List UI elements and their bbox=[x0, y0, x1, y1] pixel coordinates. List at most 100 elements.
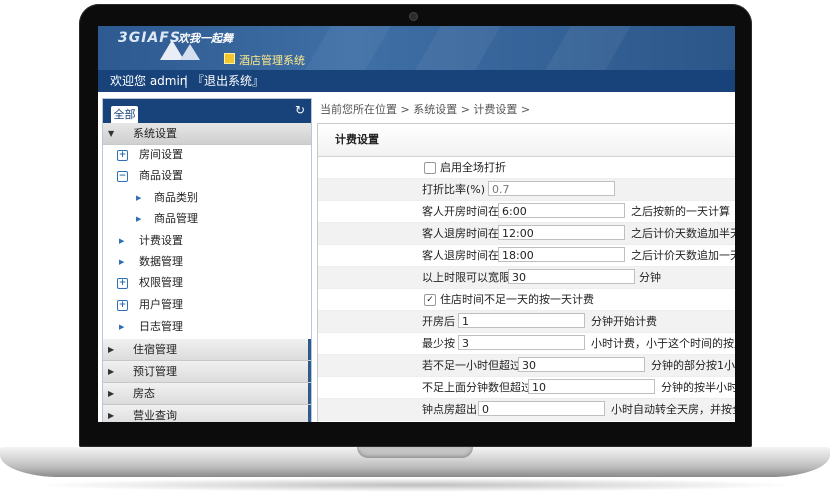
row-label: 客人退房时间在 bbox=[422, 227, 499, 240]
system-name: 酒店管理系统 bbox=[239, 54, 305, 67]
laptop-notch bbox=[357, 447, 473, 458]
refresh-icon[interactable]: ↻ bbox=[295, 103, 305, 117]
row-suffix: 小时计费，小于这个时间的按此时 bbox=[591, 337, 735, 350]
row-grace: 以上时限可以宽限 30 分钟 bbox=[318, 267, 735, 289]
row-suffix: 之后计价天数追加一天 bbox=[631, 249, 735, 262]
row-half-hour: 不足上面分钟数但超过 10 分钟的按半小时计 bbox=[318, 377, 735, 399]
sidebar-item-permissions[interactable]: + 权限管理 bbox=[117, 273, 307, 293]
caret-right-icon: ▶ bbox=[108, 345, 115, 354]
sidebar-item-label: 商品管理 bbox=[154, 212, 198, 225]
row-min-hours: 最少按 3 小时计费，小于这个时间的按此时 bbox=[318, 333, 735, 355]
caret-right-icon: ▶ bbox=[108, 367, 115, 376]
sidebar-item-label: 数据管理 bbox=[139, 255, 183, 268]
caret-right-icon: ▶ bbox=[108, 389, 115, 398]
over-minutes-input[interactable]: 30 bbox=[518, 357, 645, 372]
plus-icon: + bbox=[117, 278, 128, 289]
min-hours-input[interactable]: 3 bbox=[458, 335, 585, 350]
welcome-text: 欢迎您 admin bbox=[110, 74, 188, 88]
sidebar-item-billing[interactable]: ▶ 计费设置 bbox=[117, 231, 307, 251]
row-suffix: 分钟的部分按1小时 bbox=[651, 359, 735, 372]
sidebar: 全部 ↻ ▼ 系统设置 + 房间设置 − 商品设置 ▶ 商品类别 ▶ 商品管理 … bbox=[102, 98, 312, 422]
row-suffix: 分钟的按半小时计 bbox=[661, 381, 735, 394]
plus-icon: + bbox=[117, 150, 128, 161]
half-hour-input[interactable]: 10 bbox=[528, 379, 655, 394]
row-label: 住店时间不足一天的按一天计费 bbox=[440, 293, 594, 306]
row-label: 开房后 bbox=[422, 315, 455, 328]
arrow-right-icon: ▶ bbox=[119, 323, 125, 331]
logout-link[interactable]: 『退出系统』 bbox=[192, 70, 264, 92]
caret-right-icon: ▶ bbox=[108, 411, 115, 420]
camera-icon bbox=[410, 13, 417, 20]
row-label: 若不足一小时但超过 bbox=[422, 359, 521, 372]
checkout-half-input[interactable]: 12:00 bbox=[498, 225, 625, 240]
sidebar-item-label: 日志管理 bbox=[139, 320, 183, 333]
discount-rate-input[interactable]: 0.7 bbox=[488, 181, 615, 196]
laptop-shadow bbox=[30, 478, 800, 492]
sidebar-group-business-query[interactable]: ▶ 营业查询 bbox=[103, 405, 311, 422]
grace-minutes-input[interactable]: 30 bbox=[508, 269, 635, 284]
row-suffix: 之后计价天数追加半天 bbox=[631, 227, 735, 240]
row-suffix: 分钟 bbox=[639, 271, 661, 284]
sidebar-item-label: 用户管理 bbox=[139, 298, 183, 311]
row-enable-discount: 启用全场打折 bbox=[318, 157, 735, 179]
row-checkout-half: 客人退房时间在 12:00 之后计价天数追加半天 bbox=[318, 223, 735, 245]
row-suffix: 分钟开始计费 bbox=[591, 315, 657, 328]
billing-settings-panel: 计费设置 启用全场打折 打折比率(%) 0.7 客人开房时间在 6:00 之后按… bbox=[317, 123, 735, 422]
sidebar-item-goods[interactable]: − 商品设置 bbox=[117, 166, 307, 186]
row-label: 打折比率(%) bbox=[422, 183, 486, 196]
sidebar-item-goods-manage[interactable]: ▶ 商品管理 bbox=[136, 209, 306, 229]
panel-title: 计费设置 bbox=[318, 124, 735, 157]
sidebar-item-data[interactable]: ▶ 数据管理 bbox=[117, 252, 307, 272]
row-label: 最少按 bbox=[422, 337, 455, 350]
minus-icon: − bbox=[117, 171, 128, 182]
sidebar-group-label: 预订管理 bbox=[133, 365, 177, 378]
row-less-than-day: ✓ 住店时间不足一天的按一天计费 bbox=[318, 289, 735, 311]
logo-badge-icon bbox=[224, 53, 235, 64]
sidebar-item-rooms[interactable]: + 房间设置 bbox=[117, 145, 307, 165]
sidebar-item-label: 商品设置 bbox=[139, 169, 183, 182]
row-label: 客人退房时间在 bbox=[422, 249, 499, 262]
checkout-full-input[interactable]: 18:00 bbox=[498, 247, 625, 262]
start-billing-input[interactable]: 1 bbox=[458, 313, 585, 328]
breadcrumb: 当前您所在位置 > 系统设置 > 计费设置 > bbox=[320, 103, 531, 116]
tab-all[interactable]: 全部 bbox=[111, 106, 138, 123]
sidebar-group-label: 营业查询 bbox=[133, 409, 177, 422]
sidebar-item-label: 房间设置 bbox=[139, 148, 183, 161]
sidebar-group-label: 系统设置 bbox=[133, 127, 177, 140]
row-checkout-full: 客人退房时间在 18:00 之后计价天数追加一天 bbox=[318, 245, 735, 267]
row-label: 以上时限可以宽限 bbox=[422, 271, 510, 284]
enable-discount-checkbox[interactable] bbox=[424, 162, 436, 174]
sidebar-group-lodging[interactable]: ▶ 住宿管理 bbox=[103, 339, 311, 361]
row-label: 客人开房时间在 bbox=[422, 205, 499, 218]
row-hourly-room: 钟点房超出 0 小时自动转全天房，并按全天 bbox=[318, 399, 735, 421]
sidebar-item-label: 计费设置 bbox=[139, 234, 183, 247]
sidebar-header: 全部 ↻ bbox=[103, 99, 311, 123]
sidebar-group-label: 住宿管理 bbox=[133, 343, 177, 356]
hourly-room-input[interactable]: 0 bbox=[478, 401, 605, 416]
row-checkin-time: 客人开房时间在 6:00 之后按新的一天计算 bbox=[318, 201, 735, 223]
sidebar-item-goods-category[interactable]: ▶ 商品类别 bbox=[136, 188, 306, 208]
row-label: 启用全场打折 bbox=[440, 161, 506, 174]
sidebar-item-users[interactable]: + 用户管理 bbox=[117, 295, 307, 315]
sidebar-group-room-status[interactable]: ▶ 房态 bbox=[103, 383, 311, 405]
sidebar-group-system[interactable]: ▼ 系统设置 bbox=[103, 123, 311, 145]
checkin-time-input[interactable]: 6:00 bbox=[498, 203, 625, 218]
app-header: 3GIAFS 欢我一起舞 酒店管理系统 bbox=[98, 26, 735, 70]
less-than-day-checkbox[interactable]: ✓ bbox=[424, 294, 436, 306]
sidebar-item-label: 商品类别 bbox=[154, 191, 198, 204]
sidebar-item-label: 权限管理 bbox=[139, 276, 183, 289]
plus-icon: + bbox=[117, 300, 128, 311]
row-over-minutes: 若不足一小时但超过 30 分钟的部分按1小时 bbox=[318, 355, 735, 377]
arrow-right-icon: ▶ bbox=[119, 237, 125, 245]
sidebar-item-logs[interactable]: ▶ 日志管理 bbox=[117, 317, 307, 337]
sidebar-group-label: 房态 bbox=[133, 387, 155, 400]
row-start-billing: 开房后 1 分钟开始计费 bbox=[318, 311, 735, 333]
arrow-right-icon: ▶ bbox=[136, 194, 142, 202]
row-discount-rate: 打折比率(%) 0.7 bbox=[318, 179, 735, 201]
screen: 3GIAFS 欢我一起舞 酒店管理系统 欢迎您 admin | 『退出系统』 全… bbox=[98, 26, 735, 422]
welcome-bar: 欢迎您 admin | 『退出系统』 bbox=[98, 70, 735, 92]
logo-triangle-icon bbox=[180, 44, 200, 60]
arrow-right-icon: ▶ bbox=[119, 258, 125, 266]
row-suffix: 小时自动转全天房，并按全天 bbox=[611, 403, 735, 416]
sidebar-group-booking[interactable]: ▶ 预订管理 bbox=[103, 361, 311, 383]
